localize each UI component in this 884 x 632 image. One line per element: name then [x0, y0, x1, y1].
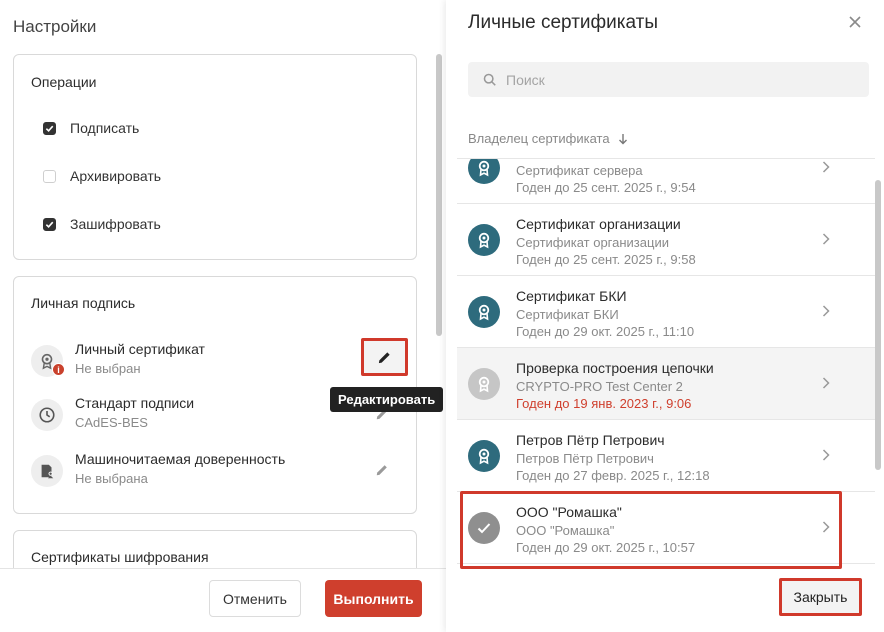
encryption-title: Сертификаты шифрования — [31, 549, 209, 565]
certificates-drawer: Личные сертификаты Владелец сертификата … — [446, 0, 884, 632]
warning-icon: i — [52, 363, 65, 376]
settings-scrollbar[interactable] — [436, 54, 442, 336]
edit-pencil-icon[interactable] — [373, 461, 391, 479]
clock-icon — [31, 399, 63, 431]
certificate-item[interactable]: Сертификат сервера Годен до 25 сент. 202… — [457, 159, 875, 204]
submit-button[interactable]: Выполнить — [325, 580, 422, 617]
close-button[interactable]: Закрыть — [779, 578, 862, 616]
document-user-icon — [31, 455, 63, 487]
checkmark-icon — [468, 512, 500, 544]
certificate-name: Сертификат БКИ — [516, 288, 627, 304]
certificate-type: Сертификат сервера — [516, 163, 643, 178]
certificate-item-selected[interactable]: ООО "Ромашка" ООО "Ромашка" Годен до 29 … — [457, 492, 875, 564]
operations-title: Операции — [31, 74, 97, 90]
certificate-type: CRYPTO-PRO Test Center 2 — [516, 379, 683, 394]
edit-tooltip: Редактировать — [330, 387, 444, 412]
certificate-item[interactable]: Сертификат организации Сертификат органи… — [457, 204, 875, 276]
cancel-button[interactable]: Отменить — [209, 580, 301, 617]
signature-standard-value: CAdES-BES — [75, 415, 148, 430]
close-icon[interactable] — [846, 13, 864, 31]
signature-standard-label: Стандарт подписи — [75, 395, 195, 411]
checkbox-unchecked-icon[interactable] — [43, 169, 56, 183]
certificates-scrollbar[interactable] — [875, 180, 881, 470]
chevron-right-icon — [819, 376, 833, 390]
machine-readable-poa-row[interactable]: Машиночитаемая доверенность Не выбрана — [31, 451, 401, 495]
search-icon — [483, 73, 496, 86]
certificate-item[interactable]: Петров Пётр Петрович Петров Пётр Петрови… — [457, 420, 875, 492]
owner-column-label: Владелец сертификата — [468, 131, 610, 146]
certificate-name: Петров Пётр Петрович — [516, 432, 665, 448]
personal-certificate-label: Личный сертификат — [75, 341, 205, 357]
certificate-type: Сертификат БКИ — [516, 307, 619, 322]
checkbox-checked-icon[interactable] — [43, 217, 56, 231]
settings-panel: Настройки Операции Подписать Архивироват… — [0, 0, 446, 632]
archive-checkbox[interactable]: Архивировать — [43, 166, 161, 186]
chevron-right-icon — [819, 520, 833, 534]
settings-title: Настройки — [13, 17, 97, 36]
certificate-validity: Годен до 29 окт. 2025 г., 11:10 — [516, 324, 695, 339]
certificate-icon — [468, 440, 500, 472]
owner-column-header[interactable]: Владелец сертификата — [468, 131, 628, 146]
certificates-title: Личные сертификаты — [468, 12, 658, 33]
certificate-validity: Годен до 25 сент. 2025 г., 9:58 — [516, 252, 696, 267]
certificate-validity: Годен до 25 сент. 2025 г., 9:54 — [516, 180, 696, 195]
certificate-icon — [468, 296, 500, 328]
edit-pencil-icon — [378, 351, 390, 363]
certificate-icon — [468, 224, 500, 256]
certificate-item[interactable]: Сертификат БКИ Сертификат БКИ Годен до 2… — [457, 276, 875, 348]
certificate-name: ООО "Ромашка" — [516, 504, 622, 520]
personal-certificate-row[interactable]: i Личный сертификат Не выбран — [31, 341, 401, 385]
certificate-name: Проверка построения цепочки — [516, 360, 714, 376]
chevron-right-icon — [819, 304, 833, 318]
settings-scroll-area[interactable]: Операции Подписать Архивировать Зашифров… — [0, 44, 446, 568]
certificate-icon — [468, 368, 500, 400]
certificate-validity: Годен до 19 янв. 2023 г., 9:06 — [516, 396, 692, 411]
chevron-right-icon — [819, 448, 833, 462]
certificate-item-expired[interactable]: Проверка построения цепочки CRYPTO-PRO T… — [457, 348, 875, 420]
encrypt-label: Зашифровать — [70, 216, 161, 232]
personal-certificate-value: Не выбран — [75, 361, 141, 376]
certificate-type: Петров Пётр Петрович — [516, 451, 654, 466]
sign-checkbox[interactable]: Подписать — [43, 118, 139, 138]
certificate-name: Сертификат организации — [516, 216, 681, 232]
edit-personal-certificate-button[interactable] — [361, 338, 408, 376]
chevron-right-icon — [819, 160, 833, 174]
signature-title: Личная подпись — [31, 295, 136, 311]
operations-card: Операции Подписать Архивировать Зашифров… — [13, 54, 417, 260]
certificate-icon — [468, 159, 500, 184]
settings-footer: Отменить Выполнить — [0, 568, 446, 632]
machine-readable-poa-value: Не выбрана — [75, 471, 148, 486]
checkbox-checked-icon[interactable] — [43, 121, 56, 135]
certificate-validity: Годен до 29 окт. 2025 г., 10:57 — [516, 540, 696, 555]
certificate-type: Сертификат организации — [516, 235, 669, 250]
search-input[interactable] — [506, 71, 846, 88]
sign-label: Подписать — [70, 120, 140, 136]
encryption-card: Сертификаты шифрования — [13, 530, 417, 568]
certificate-validity: Годен до 27 февр. 2025 г., 12:18 — [516, 468, 710, 483]
sort-down-arrow-icon — [618, 133, 627, 144]
archive-label: Архивировать — [70, 168, 162, 184]
chevron-right-icon — [819, 232, 833, 246]
certificate-list[interactable]: Сертификат сервера Годен до 25 сент. 202… — [457, 158, 875, 572]
search-field[interactable] — [468, 62, 869, 97]
machine-readable-poa-label: Машиночитаемая доверенность — [75, 451, 286, 467]
certificate-type: ООО "Ромашка" — [516, 523, 615, 538]
encrypt-checkbox[interactable]: Зашифровать — [43, 214, 161, 234]
